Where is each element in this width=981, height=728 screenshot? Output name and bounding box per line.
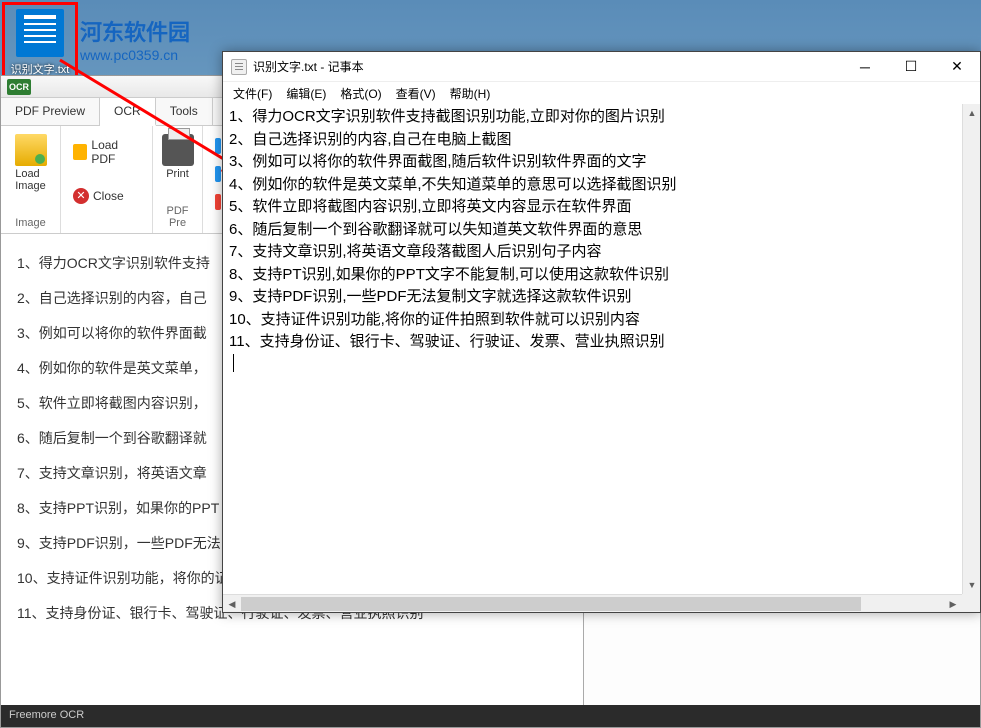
notepad-title-text: 识别文字.txt - 记事本 bbox=[253, 58, 364, 75]
close-icon: ✕ bbox=[73, 188, 89, 204]
close-label: Close bbox=[93, 189, 124, 203]
notepad-title: 识别文字.txt - 记事本 bbox=[231, 58, 364, 75]
notepad-line: 3、例如可以将你的软件界面截图,随后软件识别软件界面的文字 bbox=[229, 151, 974, 174]
notepad-window: 识别文字.txt - 记事本 ─ ☐ ✕ 文件(F) 编辑(E) 格式(O) 查… bbox=[222, 51, 981, 613]
menu-file[interactable]: 文件(F) bbox=[227, 82, 278, 104]
scrollbar-horizontal[interactable]: ◀ ▶ bbox=[223, 594, 962, 612]
notepad-line: 5、软件立即将截图内容识别,立即将英文内容显示在软件界面 bbox=[229, 196, 974, 219]
tab-pdf-preview[interactable]: PDF Preview bbox=[1, 98, 100, 125]
menu-view[interactable]: 查看(V) bbox=[390, 82, 442, 104]
notepad-menubar: 文件(F) 编辑(E) 格式(O) 查看(V) 帮助(H) bbox=[223, 82, 980, 104]
ocr-statusbar: Freemore OCR bbox=[1, 705, 980, 727]
watermark: 河东软件园 www.pc0359.cn bbox=[80, 15, 190, 63]
notepad-icon bbox=[231, 59, 247, 75]
ocr-badge-icon: OCR bbox=[7, 79, 31, 95]
folder-icon bbox=[15, 134, 47, 166]
text-cursor bbox=[233, 354, 234, 372]
menu-help[interactable]: 帮助(H) bbox=[444, 82, 497, 104]
ribbon-group-pdf-actions: Load PDF ✕ Close bbox=[61, 126, 153, 233]
notepad-text-area[interactable]: 1、得力OCR文字识别软件支持截图识别功能,立即对你的图片识别 2、自己选择识别… bbox=[223, 104, 980, 594]
print-button[interactable]: Print bbox=[161, 130, 194, 184]
notepad-line: 1、得力OCR文字识别软件支持截图识别功能,立即对你的图片识别 bbox=[229, 106, 974, 129]
watermark-title: 河东软件园 bbox=[80, 15, 190, 47]
minimize-button[interactable]: ─ bbox=[842, 52, 888, 82]
desktop-file-icon[interactable]: 识别文字.txt bbox=[2, 2, 78, 78]
close-button[interactable]: ✕ Close bbox=[69, 186, 144, 206]
scrollbar-vertical[interactable]: ▲ ▼ bbox=[962, 104, 980, 594]
notepad-line: 2、自己选择识别的内容,自己在电脑上截图 bbox=[229, 129, 974, 152]
notepad-line: 10、支持证件识别功能,将你的证件拍照到软件就可以识别内容 bbox=[229, 309, 974, 332]
ribbon-label-image: Image bbox=[9, 215, 52, 229]
notepad-titlebar[interactable]: 识别文字.txt - 记事本 ─ ☐ ✕ bbox=[223, 52, 980, 82]
scroll-left-icon[interactable]: ◀ bbox=[223, 595, 241, 613]
load-image-label: LoadImage bbox=[15, 168, 46, 192]
menu-edit[interactable]: 编辑(E) bbox=[280, 82, 332, 104]
scroll-right-icon[interactable]: ▶ bbox=[944, 595, 962, 613]
scroll-corner bbox=[962, 594, 980, 612]
txt-file-icon bbox=[16, 9, 64, 57]
notepad-line: 8、支持PT识别,如果你的PPT文字不能复制,可以使用这款软件识别 bbox=[229, 264, 974, 287]
pdf-icon bbox=[73, 144, 87, 160]
load-pdf-button[interactable]: Load PDF bbox=[69, 136, 144, 168]
load-image-button[interactable]: LoadImage bbox=[9, 130, 52, 196]
clear-icon bbox=[215, 194, 221, 210]
tab-ocr[interactable]: OCR bbox=[100, 98, 156, 126]
window-controls: ─ ☐ ✕ bbox=[842, 52, 980, 82]
maximize-button[interactable]: ☐ bbox=[888, 52, 934, 82]
notepad-line: 4、例如你的软件是英文菜单,不失知道菜单的意思可以选择截图识别 bbox=[229, 174, 974, 197]
print-label: Print bbox=[166, 168, 189, 180]
ribbon-label-pdf: PDF Pre bbox=[161, 203, 194, 229]
tab-tools[interactable]: Tools bbox=[156, 98, 213, 125]
save-icon bbox=[215, 166, 221, 182]
notepad-line: 6、随后复制一个到谷歌翻译就可以失知道英文软件界面的意思 bbox=[229, 219, 974, 242]
watermark-url: www.pc0359.cn bbox=[80, 47, 190, 63]
scroll-down-icon[interactable]: ▼ bbox=[963, 576, 981, 594]
ribbon-group-print: Print PDF Pre bbox=[153, 126, 203, 233]
notepad-line: 9、支持PDF识别,一些PDF无法复制文字就选择这款软件识别 bbox=[229, 286, 974, 309]
menu-format[interactable]: 格式(O) bbox=[334, 82, 387, 104]
statusbar-text: Freemore OCR bbox=[9, 709, 84, 721]
notepad-line: 11、支持身份证、银行卡、驾驶证、行驶证、发票、营业执照识别 bbox=[229, 331, 974, 354]
copy-icon bbox=[215, 138, 221, 154]
scroll-up-icon[interactable]: ▲ bbox=[963, 104, 981, 122]
load-pdf-label: Load PDF bbox=[91, 138, 140, 166]
scroll-thumb[interactable] bbox=[241, 597, 861, 611]
close-window-button[interactable]: ✕ bbox=[934, 52, 980, 82]
notepad-line: 7、支持文章识别,将英语文章段落截图人后识别句子内容 bbox=[229, 241, 974, 264]
printer-icon bbox=[162, 134, 194, 166]
ribbon-group-image: LoadImage Image bbox=[1, 126, 61, 233]
